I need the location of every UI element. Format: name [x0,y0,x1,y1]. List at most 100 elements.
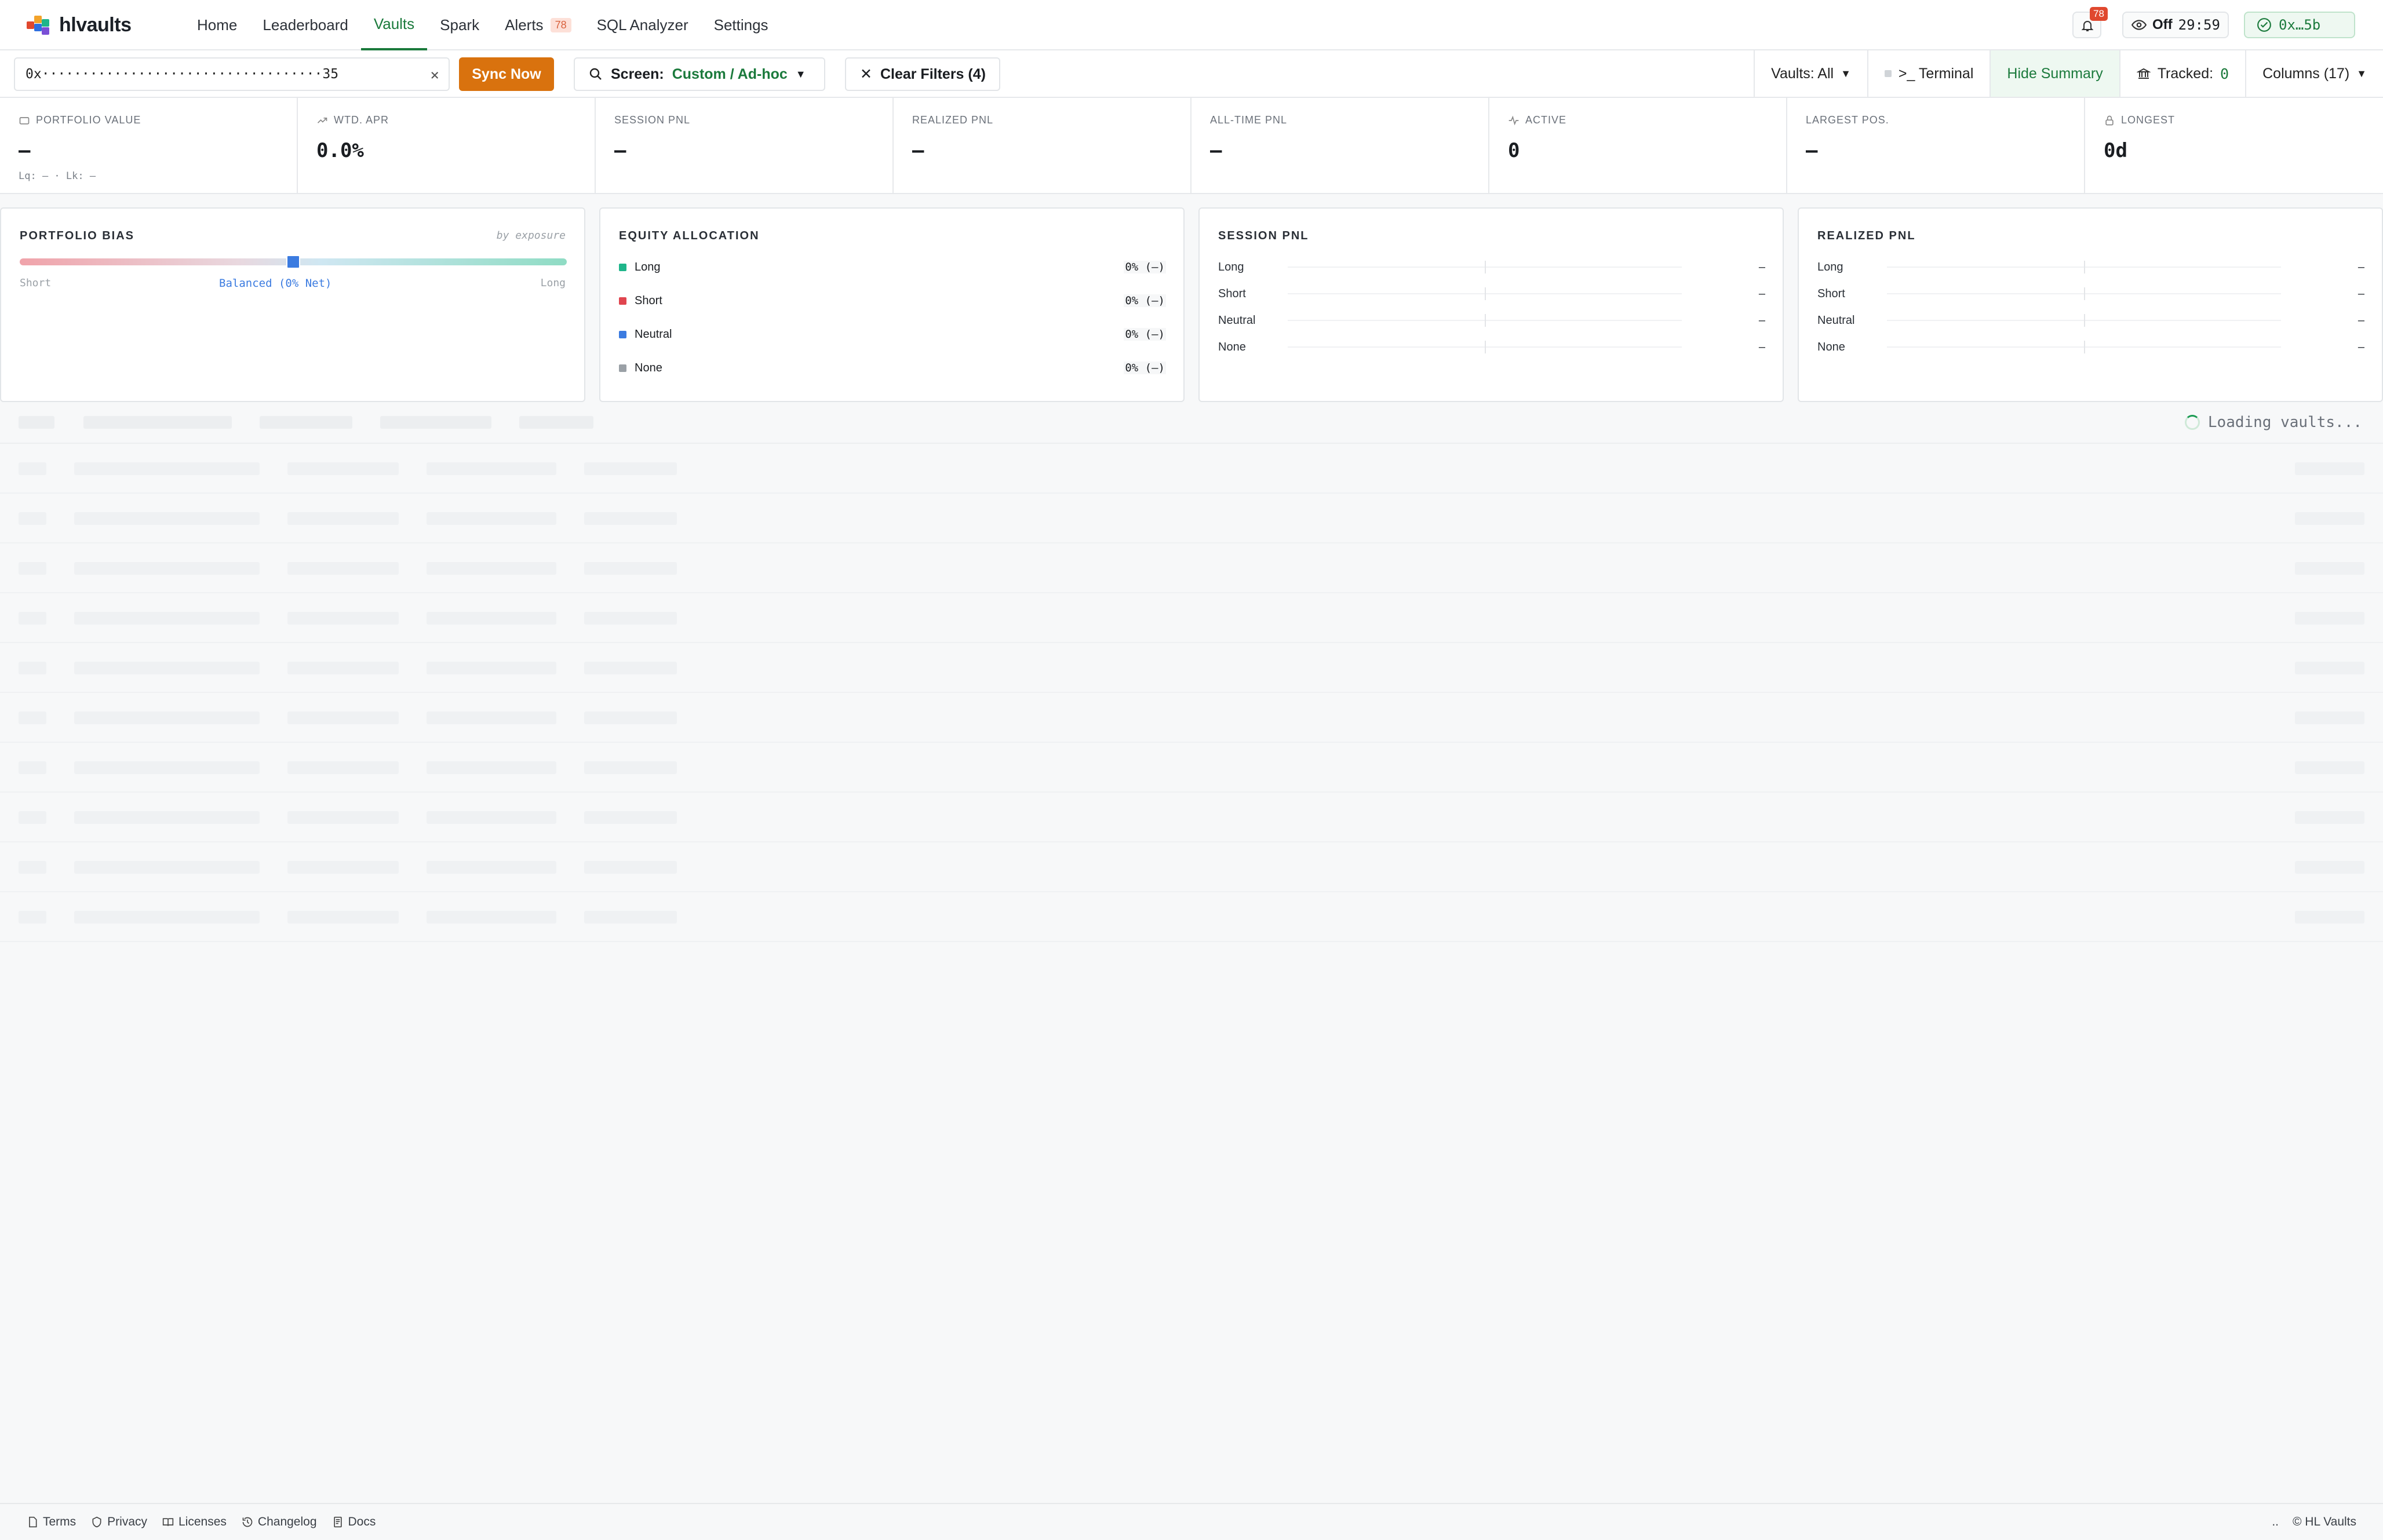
nav-leaderboard[interactable]: Leaderboard [250,0,360,50]
watch-state: Off [2152,17,2173,32]
nav-vaults[interactable]: Vaults [360,0,428,50]
footer-changelog[interactable]: Changelog [242,1515,317,1529]
skeleton-block [19,416,54,429]
columns-label: Columns (17) [2262,65,2350,82]
skeleton-block [584,811,677,824]
equity-row: Long 0% (–) [619,258,1166,276]
screen-label: Screen: [611,65,664,82]
table-header-skeleton: Loading vaults... [0,402,2383,444]
skeleton-block [584,612,677,625]
app-name: hlvaults [59,13,132,36]
notifications-button[interactable]: 78 [2072,7,2108,38]
stat-value: 0d [2104,139,2127,162]
footer-link-label: Terms [43,1515,76,1528]
pnl-label: Long [1218,260,1244,273]
wallet-button[interactable]: 0x…5b [2244,12,2355,38]
stat-realized-pnl: REALIZED PNL — [894,98,1192,193]
hide-summary-button[interactable]: Hide Summary [1990,50,2119,97]
equity-row: None 0% (–) [619,359,1166,377]
terminal-button[interactable]: >_ Terminal [1867,50,1990,97]
footer-licenses[interactable]: Licenses [162,1515,227,1529]
tracked-button[interactable]: Tracked: 0 [2119,50,2245,97]
clear-filters-label: Clear Filters (4) [880,65,986,82]
pnl-row: Long – [1817,258,2364,276]
skeleton-block [427,562,556,575]
stat-session-pnl: SESSION PNL — [596,98,894,193]
panel-title: SESSION PNL [1218,229,1309,242]
short-swatch [619,297,626,305]
stat-value: – [1806,139,1818,162]
nav-sql-analyzer[interactable]: SQL Analyzer [584,0,701,50]
vaults-filter-label: Vaults: All [1771,65,1834,82]
screen-select[interactable]: Screen: Custom / Ad-hoc ▼ [574,57,825,91]
pnl-label: Long [1817,260,1843,273]
history-icon [242,1517,253,1527]
footer-link-label: Privacy [107,1515,148,1528]
pnl-label: None [1218,340,1246,353]
pnl-label: None [1817,340,1845,353]
pnl-value: – [2358,287,2364,300]
skeleton-block [19,462,46,475]
table-row [0,543,2383,593]
table-row [0,494,2383,543]
top-nav: hlvaults Home Leaderboard Vaults Spark A… [0,0,2383,50]
pnl-value: – [2358,340,2364,353]
footer-terms[interactable]: Terms [27,1515,76,1529]
columns-button[interactable]: Columns (17) ▼ [2245,50,2383,97]
pnl-value: – [2358,260,2364,273]
vaults-filter[interactable]: Vaults: All ▼ [1754,50,1867,97]
table-row [0,444,2383,494]
pnl-midline [1485,314,1486,327]
equity-allocation-panel: EQUITY ALLOCATION Long 0% (–) Short 0% (–)… [599,207,1185,402]
sync-now-button[interactable]: Sync Now [459,57,554,91]
table-row [0,643,2383,693]
address-input[interactable]: 0x···································35 … [14,57,450,91]
skeleton-block [74,612,260,625]
pnl-midline [2084,261,2085,273]
tracked-value: 0 [2220,65,2229,82]
nav-spark[interactable]: Spark [427,0,492,50]
skeleton-block [74,861,260,874]
clear-address-icon[interactable]: × [430,67,439,84]
toolbar-right: Vaults: All ▼ >_ Terminal Hide Summary Tr… [1754,50,2383,98]
skeleton-block [2295,662,2364,674]
pnl-row: Neutral – [1817,312,2364,329]
stat-label: LARGEST POS. [1806,114,1889,126]
bias-left-label: Short [20,277,52,289]
long-swatch [619,263,626,271]
skeleton-block [584,562,677,575]
nav-settings[interactable]: Settings [701,0,781,50]
skeleton-block [584,512,677,525]
stat-label: LONGEST [2121,114,2176,126]
skeleton-block [2295,512,2364,525]
pnl-value: – [2358,313,2364,327]
footer-privacy[interactable]: Privacy [91,1515,147,1529]
nav-home[interactable]: Home [184,0,250,50]
skeleton-block [427,861,556,874]
footer-copyright: © HL Vaults [2292,1515,2356,1528]
loading-text: Loading vaults... [2207,414,2362,431]
pnl-row: Long – [1218,258,1765,276]
nav-alerts[interactable]: Alerts 78 [492,0,584,50]
table-row [0,892,2383,942]
search-icon [589,68,602,80]
watch-toggle[interactable]: Off 29:59 [2122,12,2229,38]
chevron-down-icon: ▼ [1841,67,1851,79]
footer-docs[interactable]: Docs [332,1515,376,1529]
equity-value: 0% (–) [1124,362,1166,374]
logo[interactable]: hlvaults [27,12,132,38]
skeleton-block [2295,811,2364,824]
nav-links: Home Leaderboard Vaults Spark Alerts 78 S… [184,0,781,50]
skeleton-block [2295,711,2364,724]
panel-title: REALIZED PNL [1817,229,1916,242]
skeleton-block [287,662,399,674]
stat-value: – [19,139,31,162]
shield-icon [92,1516,101,1528]
stat-all-time-pnl: ALL-TIME PNL — [1192,98,1489,193]
address-value: 0x···································35 [25,67,339,82]
clear-filters-button[interactable]: ✕ Clear Filters (4) [845,57,1000,91]
skeleton-block [584,761,677,774]
skeleton-block [19,512,46,525]
skeleton-block [2295,911,2364,924]
equity-value: 0% (–) [1124,294,1166,307]
